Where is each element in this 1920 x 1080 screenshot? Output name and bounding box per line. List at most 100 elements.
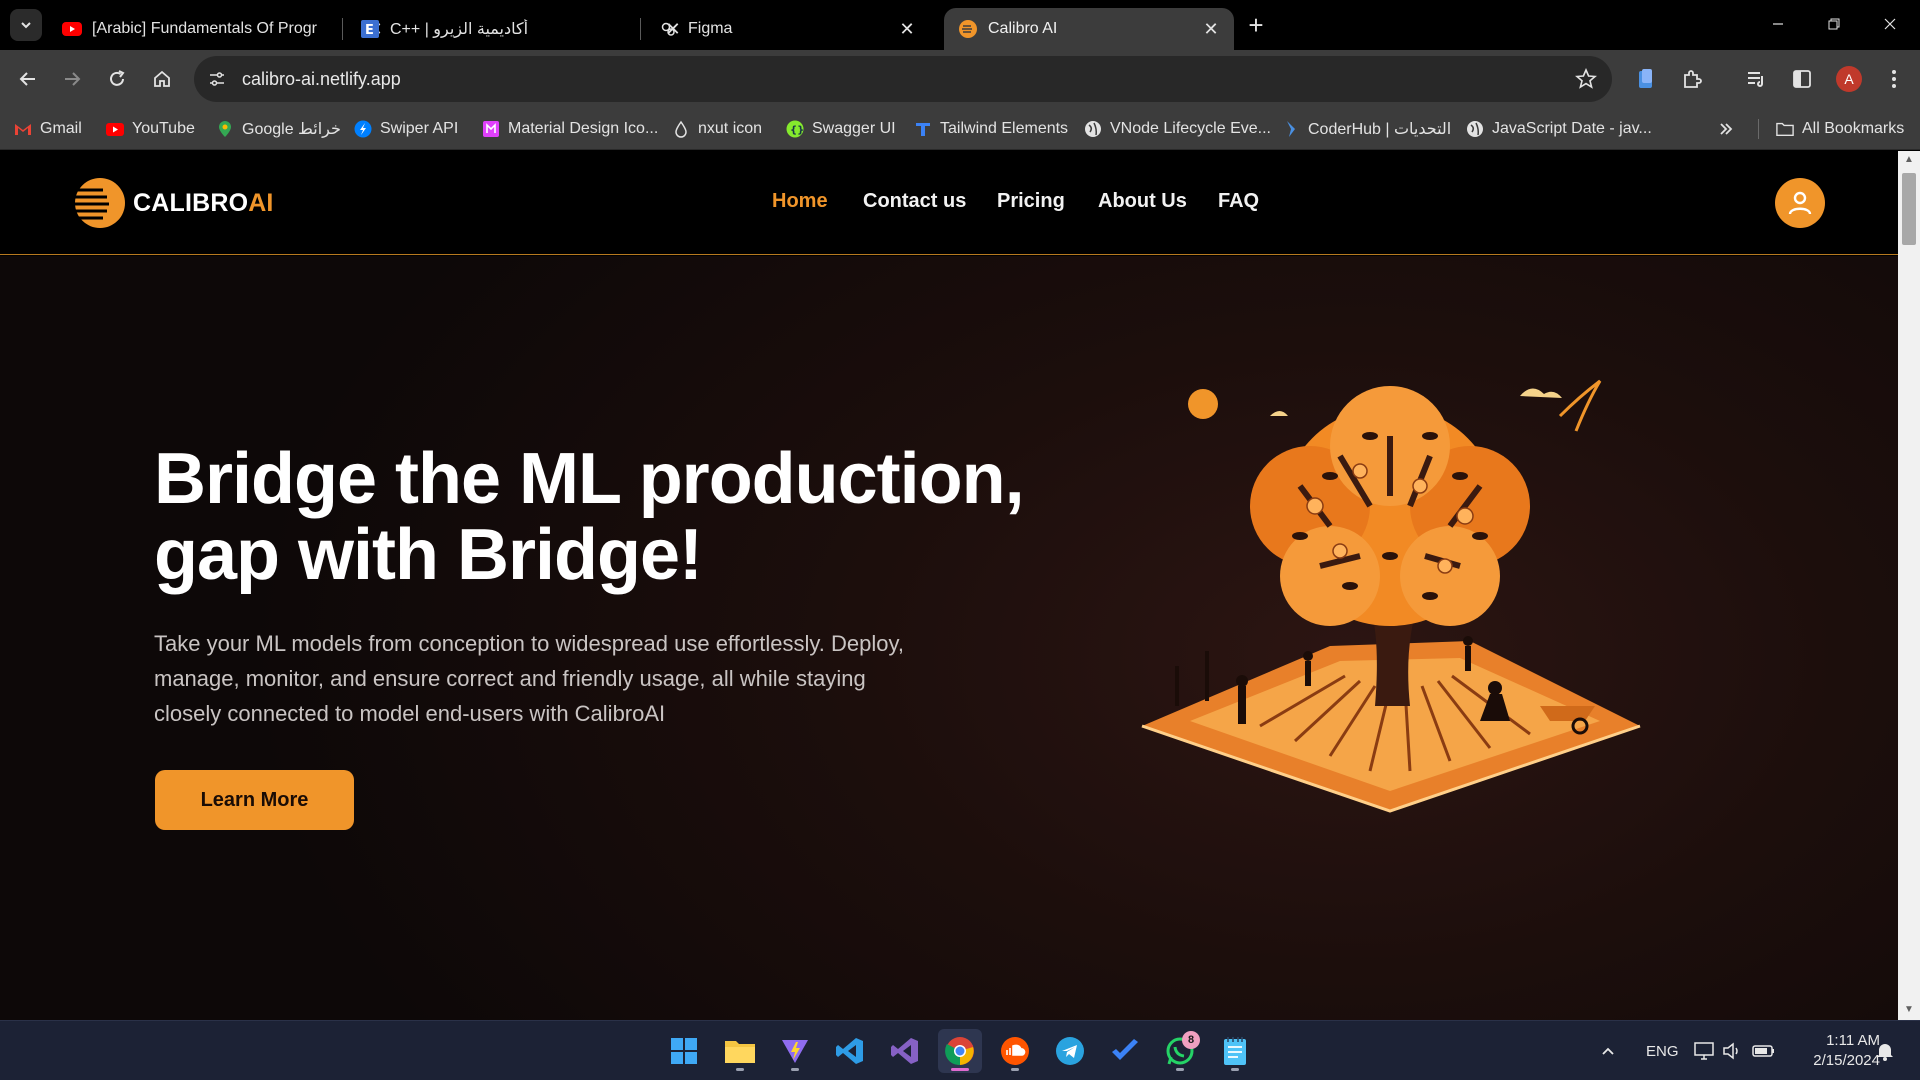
extension-doc-icon[interactable] bbox=[1630, 63, 1662, 95]
bookmark-youtube[interactable]: YouTube bbox=[106, 116, 195, 142]
coderhub-icon bbox=[1282, 120, 1300, 138]
hero-description: Take your ML models from conception to w… bbox=[154, 631, 904, 726]
windows-taskbar: 8 ENG 1:11 AM 2/15/2024 bbox=[0, 1020, 1920, 1080]
more-menu-icon[interactable] bbox=[1878, 63, 1910, 95]
restore-icon bbox=[1828, 18, 1840, 30]
reload-icon bbox=[110, 70, 125, 86]
site-settings-icon[interactable] bbox=[206, 68, 228, 90]
bookmark-tailwind-elements[interactable]: Tailwind Elements bbox=[914, 116, 1068, 142]
all-bookmarks-button[interactable]: All Bookmarks bbox=[1776, 116, 1904, 142]
side-panel-icon[interactable] bbox=[1786, 63, 1818, 95]
close-icon[interactable]: ✕ bbox=[896, 18, 918, 40]
scroll-up-icon[interactable]: ▲ bbox=[1903, 154, 1915, 166]
drop-icon bbox=[672, 120, 690, 138]
network-icon[interactable] bbox=[1694, 1021, 1716, 1080]
nav-about-us[interactable]: About Us bbox=[1098, 190, 1187, 213]
swagger-icon: {} bbox=[786, 120, 804, 138]
telegram-icon[interactable] bbox=[1048, 1029, 1092, 1073]
bookmark-star-icon[interactable] bbox=[1574, 67, 1598, 91]
learn-more-button[interactable]: Learn More bbox=[155, 770, 354, 830]
page-scrollbar[interactable]: ▲ ▼ bbox=[1898, 151, 1920, 1020]
new-tab-button[interactable]: + bbox=[1242, 12, 1270, 40]
todo-icon[interactable] bbox=[1103, 1029, 1147, 1073]
profile-avatar[interactable]: A bbox=[1836, 66, 1862, 92]
bookmark-gmail[interactable]: Gmail bbox=[14, 116, 82, 142]
material-icon bbox=[482, 120, 500, 138]
nav-faq[interactable]: FAQ bbox=[1218, 190, 1259, 213]
figma-icon bbox=[658, 19, 678, 39]
user-account-button[interactable] bbox=[1775, 178, 1825, 228]
bookmark-label: Google خرائط bbox=[242, 121, 341, 138]
bookmark-material-design[interactable]: Material Design Ico... bbox=[482, 116, 658, 142]
notepad-icon[interactable] bbox=[1213, 1029, 1257, 1073]
vite-icon[interactable] bbox=[773, 1029, 817, 1073]
nav-contact-us[interactable]: Contact us bbox=[863, 190, 966, 213]
page-viewport: CALIBRO AI Home Contact us Pricing About … bbox=[0, 151, 1920, 1020]
extensions-puzzle-icon[interactable] bbox=[1676, 63, 1708, 95]
bookmark-label: Swiper API bbox=[380, 120, 459, 137]
svg-text:E: E bbox=[365, 23, 374, 38]
close-window-button[interactable] bbox=[1866, 8, 1914, 40]
whatsapp-icon[interactable]: 8 bbox=[1158, 1029, 1202, 1073]
tab-figma[interactable]: Figma ✕ bbox=[644, 8, 930, 50]
e-letter-icon: E bbox=[360, 19, 380, 39]
notifications-bell-icon[interactable] bbox=[1876, 1021, 1894, 1080]
running-indicator bbox=[951, 1068, 969, 1071]
bookmarks-overflow-button[interactable] bbox=[1718, 116, 1734, 142]
tab-search-button[interactable] bbox=[10, 9, 42, 41]
tailwind-icon bbox=[914, 120, 932, 138]
nav-home[interactable]: Home bbox=[772, 190, 828, 213]
back-button[interactable] bbox=[12, 63, 44, 95]
bookmark-swiper[interactable]: Swiper API bbox=[354, 116, 458, 142]
minimize-button[interactable] bbox=[1754, 8, 1802, 40]
swiper-icon bbox=[354, 120, 372, 138]
user-icon bbox=[1788, 191, 1812, 215]
bookmark-google-maps[interactable]: Google خرائط bbox=[216, 116, 341, 142]
tab-calibro[interactable]: Calibro AI ✕ bbox=[944, 8, 1234, 50]
system-clock[interactable]: 1:11 AM 2/15/2024 bbox=[1790, 1031, 1880, 1071]
bookmark-js-date[interactable]: JavaScript Date - jav... bbox=[1466, 116, 1652, 142]
vscode-icon[interactable] bbox=[828, 1029, 872, 1073]
windows-start-icon[interactable] bbox=[662, 1029, 706, 1073]
hero-title-line-2: gap with Bridge! bbox=[154, 515, 703, 595]
logo-accent-text: AI bbox=[248, 188, 274, 217]
show-hidden-icons-button[interactable] bbox=[1600, 1021, 1616, 1080]
chevron-down-icon bbox=[21, 22, 31, 29]
bookmark-swagger[interactable]: {} Swagger UI bbox=[786, 116, 896, 142]
soundcloud-icon[interactable] bbox=[993, 1029, 1037, 1073]
battery-icon[interactable] bbox=[1752, 1021, 1776, 1080]
home-button[interactable] bbox=[146, 63, 178, 95]
reload-button[interactable] bbox=[101, 63, 133, 95]
home-icon bbox=[154, 70, 170, 87]
media-control-icon[interactable] bbox=[1740, 63, 1772, 95]
language-indicator[interactable]: ENG bbox=[1646, 1021, 1679, 1080]
visual-studio-icon[interactable] bbox=[883, 1029, 927, 1073]
tab-title: C++ | أكاديمية الزيرو bbox=[390, 21, 529, 38]
volume-icon[interactable] bbox=[1722, 1021, 1742, 1080]
screen: [Arabic] Fundamentals Of Progr ✕ E C++ |… bbox=[0, 0, 1920, 1080]
bookmark-label: Gmail bbox=[40, 120, 82, 137]
nav-pricing[interactable]: Pricing bbox=[997, 190, 1065, 213]
arrow-left-icon bbox=[19, 72, 35, 86]
close-icon[interactable]: ✕ bbox=[1200, 18, 1222, 40]
bookmark-nxut[interactable]: nxut icon bbox=[672, 116, 762, 142]
running-indicator bbox=[1011, 1068, 1019, 1071]
tab-separator bbox=[640, 18, 641, 40]
restore-button[interactable] bbox=[1810, 8, 1858, 40]
address-bar[interactable]: calibro-ai.netlify.app bbox=[194, 56, 1612, 102]
bookmark-label: Material Design Ico... bbox=[508, 120, 659, 137]
scroll-down-icon[interactable]: ▼ bbox=[1903, 1004, 1915, 1016]
forward-button[interactable] bbox=[56, 63, 88, 95]
scrollbar-thumb[interactable] bbox=[1902, 173, 1916, 245]
site-logo[interactable]: CALIBRO AI bbox=[73, 176, 273, 230]
hero-section: Bridge the ML production, gap with Bridg… bbox=[0, 256, 1898, 1020]
bookmarks-bar: Gmail YouTube Google خرائط Swiper API Ma… bbox=[0, 108, 1920, 150]
bookmark-vnode[interactable]: VNode Lifecycle Eve... bbox=[1084, 116, 1271, 142]
url-text[interactable]: calibro-ai.netlify.app bbox=[242, 69, 401, 90]
chrome-icon[interactable] bbox=[938, 1029, 982, 1073]
tab-separator bbox=[342, 18, 343, 40]
file-explorer-icon[interactable] bbox=[718, 1029, 762, 1073]
gmail-icon bbox=[14, 120, 32, 138]
bookmark-coderhub[interactable]: CoderHub | التحديات bbox=[1282, 116, 1451, 142]
bookmark-separator bbox=[1758, 119, 1759, 139]
